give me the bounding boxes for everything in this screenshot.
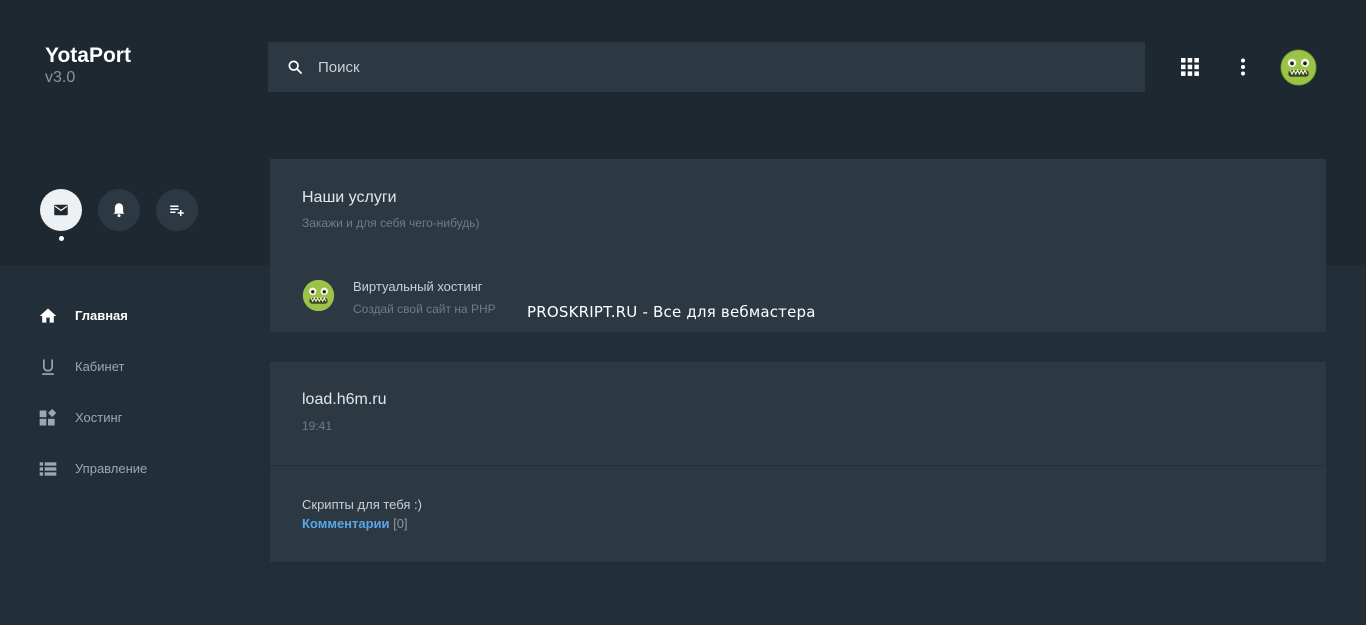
service-name-link[interactable]: Виртуальный хостинг [353, 279, 483, 294]
widgets-icon [39, 408, 57, 426]
underline-u-icon [42, 359, 54, 375]
sidebar-item-label: Управление [75, 461, 148, 476]
sidebar-nav: Главная Кабинет Хостинг Управление [38, 290, 238, 494]
user-avatar[interactable] [1280, 49, 1317, 86]
sidebar-item-home[interactable]: Главная [38, 290, 238, 341]
brand-version: v3.0 [45, 69, 76, 86]
apps-grid-icon[interactable] [1181, 58, 1199, 76]
more-vert-icon[interactable] [1234, 58, 1252, 76]
list-icon [39, 462, 57, 476]
brand-name: YotaPort [45, 44, 131, 67]
notifications-button[interactable] [98, 189, 140, 231]
bell-icon [113, 203, 125, 218]
search-icon [288, 60, 302, 74]
messages-button[interactable] [40, 189, 82, 231]
search-input[interactable] [318, 42, 1118, 92]
post-text: Скрипты для тебя :) [302, 497, 422, 512]
post-card-body: Скрипты для тебя :) Комментарии [0] [270, 466, 1326, 562]
comments-count: [0] [393, 516, 408, 531]
post-time: 19:41 [302, 419, 333, 433]
mail-icon [54, 204, 68, 216]
sidebar-item-label: Кабинет [75, 359, 125, 374]
add-to-list-button[interactable] [156, 189, 198, 231]
search-bar[interactable] [268, 42, 1145, 92]
services-subtitle: Закажи и для себя чего-нибудь) [302, 216, 480, 230]
sidebar-item-label: Главная [75, 308, 128, 323]
post-comments: Комментарии [0] [302, 516, 408, 531]
comments-link[interactable]: Комментарии [302, 516, 390, 531]
playlist-add-icon [170, 205, 184, 216]
brand[interactable]: YotaPort v3.0 [45, 44, 131, 88]
sidebar-item-label: Хостинг [75, 410, 123, 425]
post-card-header: load.h6m.ru 19:41 [270, 362, 1326, 465]
home-icon [39, 308, 57, 323]
watermark-text: PROSKRIPT.RU - Все для вебмастера [527, 303, 816, 321]
post-title-link[interactable]: load.h6m.ru [302, 391, 387, 409]
services-title: Наши услуги [302, 189, 397, 206]
service-avatar[interactable] [302, 279, 335, 312]
sidebar-item-management[interactable]: Управление [38, 443, 238, 494]
service-description: Создай свой сайт на PHP [353, 302, 496, 316]
active-indicator-dot [59, 236, 64, 241]
sidebar-item-hosting[interactable]: Хостинг [38, 392, 238, 443]
sidebar-item-cabinet[interactable]: Кабинет [38, 341, 238, 392]
